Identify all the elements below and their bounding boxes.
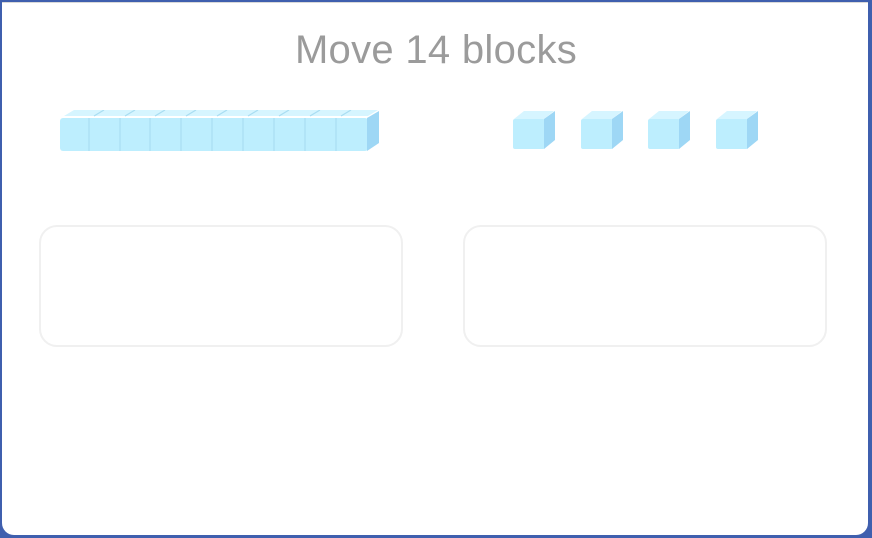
tens-drop-zone[interactable] — [39, 225, 403, 347]
ten-rod-icon[interactable] — [58, 110, 382, 154]
instruction-title: Move 14 blocks — [294, 28, 578, 72]
unit-cube-icon[interactable] — [580, 109, 636, 151]
unit-cube-icon[interactable] — [715, 109, 771, 151]
app-frame: Move 14 blocks — [0, 0, 872, 538]
unit-cube-icon[interactable] — [647, 109, 703, 151]
ones-drop-zone[interactable] — [463, 225, 827, 347]
unit-cube-icon[interactable] — [512, 109, 568, 151]
